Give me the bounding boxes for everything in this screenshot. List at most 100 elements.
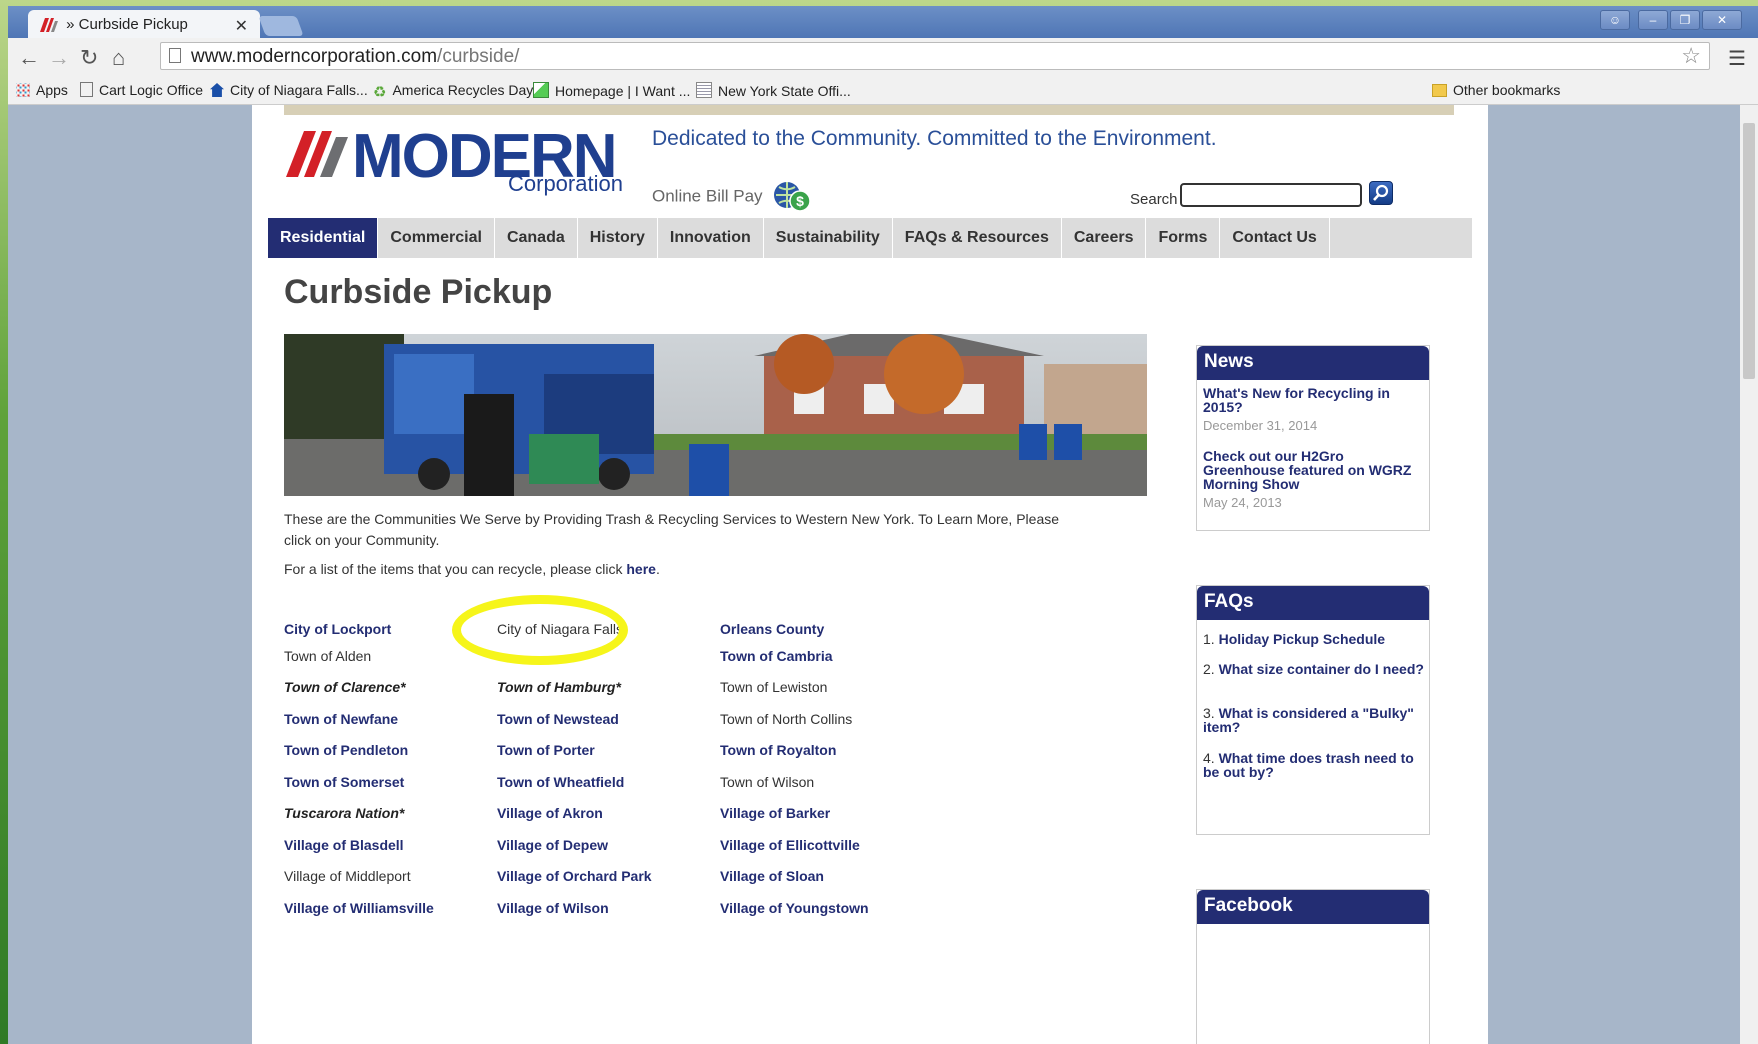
- bookmark-nys[interactable]: New York State Offi...: [696, 82, 851, 99]
- bookmark-cart-logic[interactable]: Cart Logic Office: [80, 82, 203, 98]
- url-path: /curbside/: [437, 46, 520, 67]
- community-link[interactable]: Tuscarora Nation*: [284, 805, 404, 821]
- news-item-title[interactable]: What's New for Recycling in 2015?: [1203, 386, 1423, 414]
- community-link[interactable]: Town of Porter: [497, 742, 595, 758]
- faq-item[interactable]: 4. What time does trash need to be out b…: [1203, 751, 1425, 779]
- web-viewport: MODERN Corporation Dedicated to the Comm…: [8, 105, 1740, 1044]
- house-icon: [210, 83, 224, 97]
- search-input[interactable]: [1180, 183, 1362, 207]
- nav-item-residential[interactable]: Residential: [268, 218, 379, 258]
- browser-tab[interactable]: » Curbside Pickup ✕: [28, 10, 260, 40]
- browser-toolbar: ← → ↻ ⌂ www.moderncorporation.com/curbsi…: [8, 38, 1758, 76]
- user-icon[interactable]: ☺: [1600, 10, 1630, 30]
- nav-item-faqs-resources[interactable]: FAQs & Resources: [893, 218, 1062, 258]
- news-item-date: May 24, 2013: [1203, 495, 1282, 510]
- nav-item-commercial[interactable]: Commercial: [378, 218, 495, 258]
- community-link[interactable]: Village of Blasdell: [284, 837, 404, 853]
- page-content: MODERN Corporation Dedicated to the Comm…: [252, 105, 1488, 1044]
- recycle-list-link[interactable]: here: [626, 561, 656, 577]
- nav-item-canada[interactable]: Canada: [495, 218, 578, 258]
- modern-logo[interactable]: MODERN Corporation: [286, 122, 636, 197]
- reload-icon[interactable]: ↻: [80, 45, 98, 71]
- tab-title: » Curbside Pickup: [66, 16, 188, 33]
- community-link[interactable]: Town of Royalton: [720, 742, 836, 758]
- community-link[interactable]: Town of Newfane: [284, 711, 398, 727]
- menu-icon[interactable]: ☰: [1728, 46, 1746, 71]
- faq-item[interactable]: 2. What size container do I need?: [1203, 662, 1425, 676]
- community-link[interactable]: Village of Sloan: [720, 868, 824, 884]
- address-bar[interactable]: www.moderncorporation.com/curbside/ ☆: [160, 42, 1710, 70]
- nav-item-history[interactable]: History: [578, 218, 658, 258]
- url-host: www.moderncorporation.com: [191, 46, 438, 67]
- community-link[interactable]: Village of Barker: [720, 805, 830, 821]
- community-link[interactable]: Village of Depew: [497, 837, 608, 853]
- document-icon: [696, 82, 712, 98]
- hero-image: [284, 334, 1147, 496]
- bookmark-apps[interactable]: Apps: [16, 82, 68, 98]
- community-link[interactable]: Town of Somerset: [284, 774, 404, 790]
- scrollbar-thumb[interactable]: [1743, 123, 1755, 379]
- bookmark-niagara-falls[interactable]: City of Niagara Falls...: [210, 82, 368, 98]
- page-title: Curbside Pickup: [284, 273, 553, 311]
- community-link[interactable]: Village of Ellicottville: [720, 837, 860, 853]
- community-link[interactable]: Town of Pendleton: [284, 742, 408, 758]
- community-link[interactable]: Orleans County: [720, 621, 824, 637]
- restore-icon[interactable]: ❐: [1670, 10, 1700, 30]
- tab-close-icon[interactable]: ✕: [235, 16, 248, 36]
- browser-window: » Curbside Pickup ✕ ☺ – ❐ ✕ ← → ↻ ⌂ www.…: [8, 6, 1758, 1044]
- community-link[interactable]: Town of Wilson: [720, 774, 814, 790]
- star-icon[interactable]: ☆: [1681, 43, 1701, 69]
- bill-pay-globe-icon: $: [774, 182, 812, 212]
- top-stripe: [284, 105, 1454, 115]
- nav-item-careers[interactable]: Careers: [1062, 218, 1147, 258]
- community-link[interactable]: City of Lockport: [284, 621, 391, 637]
- recycle-icon: ♻: [373, 84, 387, 101]
- nav-item-contact-us[interactable]: Contact Us: [1220, 218, 1330, 258]
- community-link[interactable]: Village of Orchard Park: [497, 868, 652, 884]
- facebook-heading: Facebook: [1197, 890, 1429, 924]
- community-link[interactable]: Town of Newstead: [497, 711, 619, 727]
- search-label: Search: [1130, 191, 1178, 208]
- community-link[interactable]: Town of Cambria: [720, 648, 833, 664]
- close-window-icon[interactable]: ✕: [1702, 10, 1742, 30]
- community-link[interactable]: Town of Wheatfield: [497, 774, 624, 790]
- logo-corporation: Corporation: [508, 171, 623, 196]
- community-link[interactable]: Village of Williamsville: [284, 900, 434, 916]
- online-bill-pay-link[interactable]: Online Bill Pay $: [652, 181, 812, 213]
- faq-item[interactable]: 3. What is considered a "Bulky" item?: [1203, 706, 1425, 734]
- community-link[interactable]: Town of Alden: [284, 648, 371, 664]
- forward-icon[interactable]: →: [48, 45, 70, 71]
- page-icon: [80, 82, 93, 97]
- community-link[interactable]: Village of Wilson: [497, 900, 609, 916]
- faq-item[interactable]: 1. Holiday Pickup Schedule: [1203, 632, 1425, 646]
- logo-mark-icon: [286, 131, 348, 177]
- folder-icon: [1432, 84, 1447, 97]
- community-link[interactable]: Town of Lewiston: [720, 679, 827, 695]
- back-icon[interactable]: ←: [18, 45, 40, 71]
- bookmark-homepage[interactable]: Homepage | I Want ...: [533, 82, 690, 99]
- search-button[interactable]: [1369, 181, 1393, 205]
- yellow-highlight-circle: [452, 595, 628, 665]
- bookmark-other[interactable]: Other bookmarks: [1432, 82, 1560, 98]
- intro-text: These are the Communities We Serve by Pr…: [284, 511, 1060, 548]
- faqs-box: FAQs 1. Holiday Pickup Schedule 2. What …: [1196, 585, 1430, 835]
- community-link[interactable]: Town of Hamburg*: [497, 679, 621, 695]
- nav-item-forms[interactable]: Forms: [1146, 218, 1221, 258]
- community-link[interactable]: Town of North Collins: [720, 711, 852, 727]
- tagline: Dedicated to the Community. Committed to…: [652, 127, 1217, 150]
- new-tab-button[interactable]: [258, 16, 304, 36]
- minimize-icon[interactable]: –: [1638, 10, 1668, 30]
- community-link[interactable]: Village of Middleport: [284, 868, 411, 884]
- svg-text:$: $: [796, 193, 804, 209]
- page-scrollbar[interactable]: [1740, 105, 1758, 1044]
- news-item-title[interactable]: Check out our H2Gro Greenhouse featured …: [1203, 449, 1423, 491]
- community-link[interactable]: Village of Akron: [497, 805, 603, 821]
- nav-item-sustainability[interactable]: Sustainability: [764, 218, 893, 258]
- home-icon[interactable]: ⌂: [112, 45, 125, 71]
- community-link[interactable]: Village of Youngstown: [720, 900, 869, 916]
- faqs-heading: FAQs: [1197, 586, 1429, 620]
- recycle-sentence: For a list of the items that you can rec…: [284, 561, 660, 577]
- community-link[interactable]: Town of Clarence*: [284, 679, 406, 695]
- nav-item-innovation[interactable]: Innovation: [658, 218, 764, 258]
- bookmark-america-recycles[interactable]: ♻ America Recycles Day: [373, 82, 533, 101]
